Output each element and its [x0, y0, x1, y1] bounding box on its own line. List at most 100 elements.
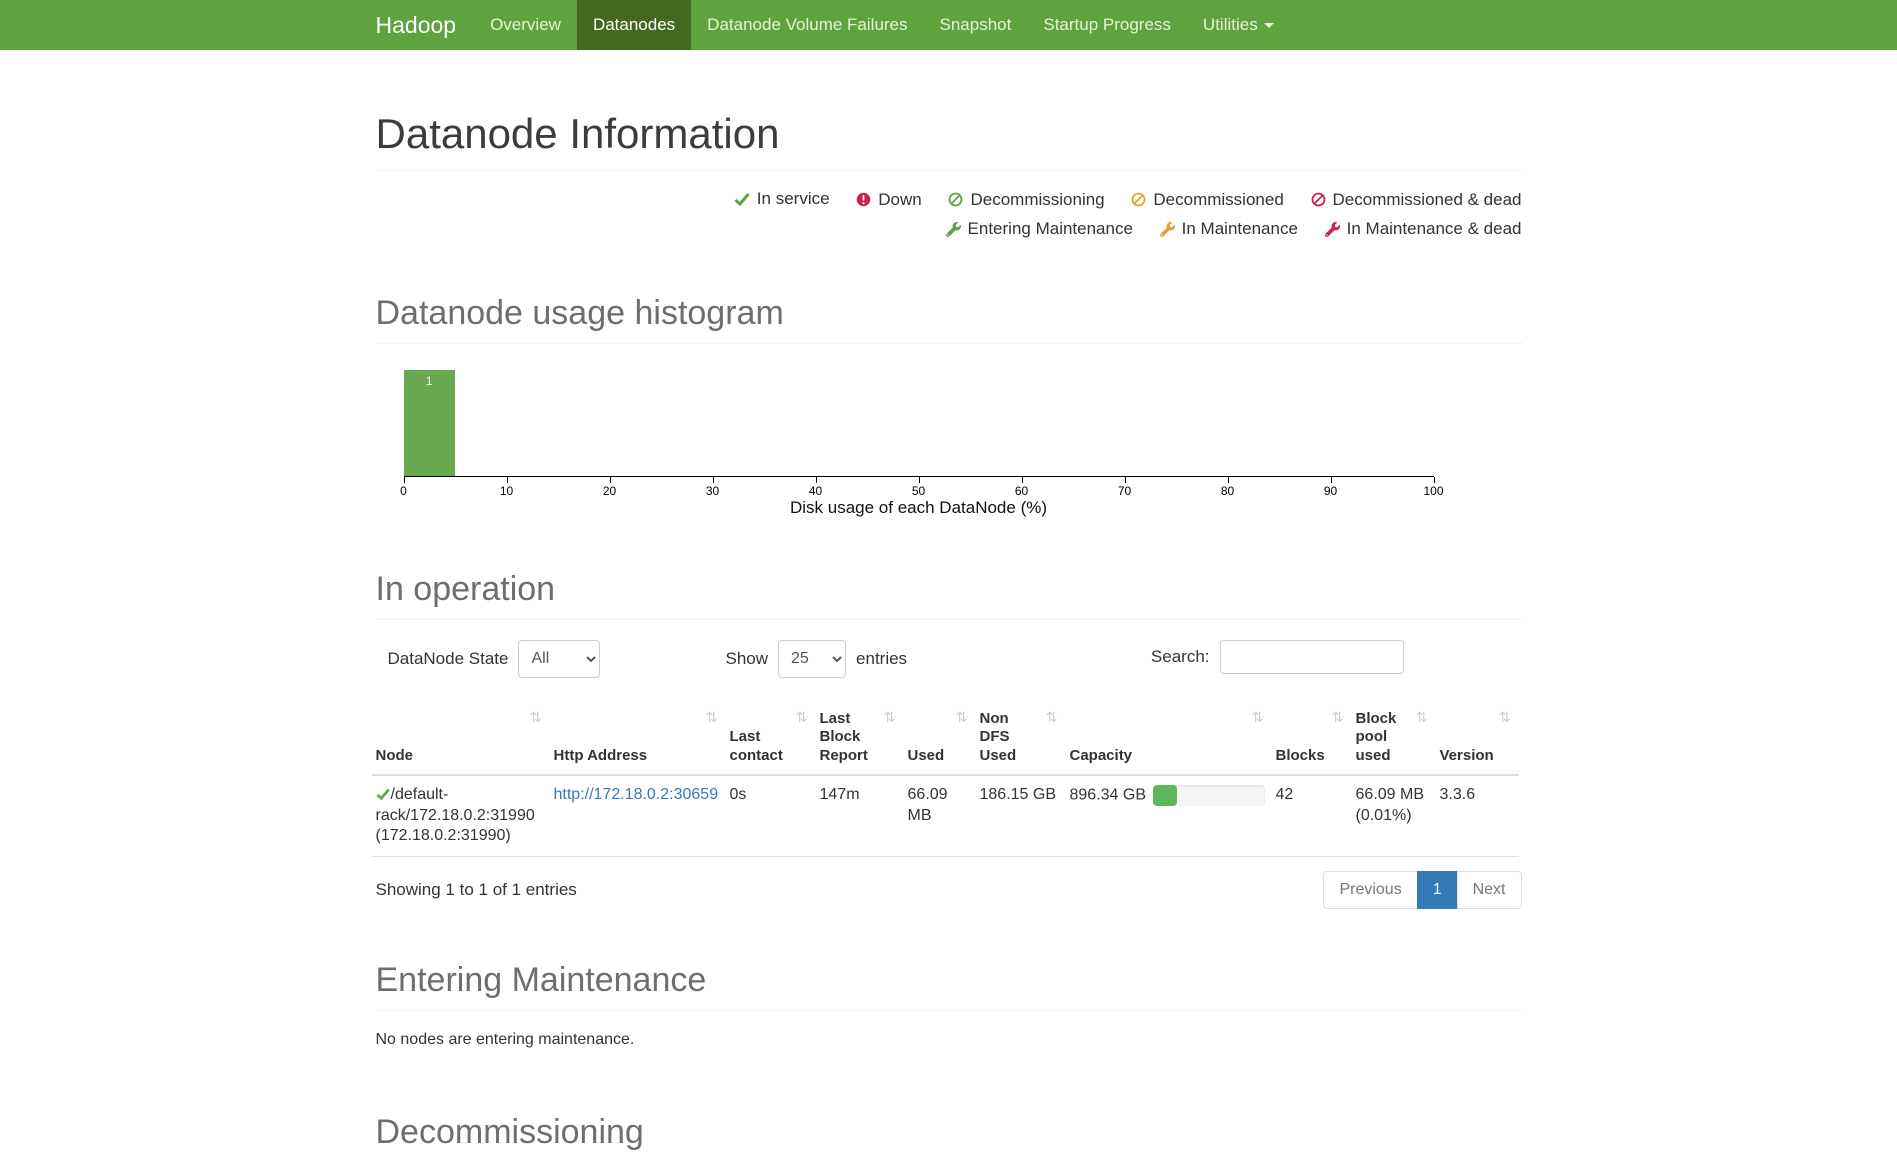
column-header-non-dfs-used[interactable]: ⇅Non DFS Used: [976, 702, 1066, 775]
datanodes-table: ⇅Node ⇅Http Address ⇅Last contact ⇅Last …: [372, 702, 1519, 858]
cell-version: 3.3.6: [1436, 775, 1519, 857]
column-header-label: Version: [1440, 747, 1494, 764]
column-header-http-address[interactable]: ⇅Http Address: [550, 702, 726, 775]
sort-icon: ⇅: [530, 710, 542, 728]
entries-label: entries: [856, 649, 907, 669]
nav-item-datanode-volume-failures[interactable]: Datanode Volume Failures: [691, 0, 923, 50]
nav-item-startup-progress[interactable]: Startup Progress: [1027, 0, 1187, 50]
search-input[interactable]: [1220, 640, 1404, 674]
datanode-state-label: DataNode State: [388, 649, 509, 669]
tick-label: 90: [1324, 484, 1337, 498]
cell-blocks: 42: [1272, 775, 1352, 857]
pagination-previous-button[interactable]: Previous: [1323, 871, 1417, 909]
tick-label: 40: [809, 484, 822, 498]
column-header-used[interactable]: ⇅Used: [904, 702, 976, 775]
tick-label: 80: [1221, 484, 1234, 498]
sort-icon: ⇅: [1332, 710, 1344, 728]
column-header-label: Last contact: [730, 728, 783, 764]
tick-label: 20: [603, 484, 616, 498]
legend-item: In service: [734, 189, 830, 209]
sort-icon: ⇅: [1416, 710, 1428, 728]
tick-label: 100: [1423, 484, 1443, 498]
pagination-next-button[interactable]: Next: [1457, 871, 1522, 909]
nav-item-utilities-label: Utilities: [1203, 15, 1258, 35]
block-pool-used-percent: (0.01%): [1356, 806, 1428, 827]
column-header-version[interactable]: ⇅ Version: [1436, 702, 1519, 775]
column-header-capacity[interactable]: ⇅Capacity: [1066, 702, 1272, 775]
page-length-select[interactable]: 25: [778, 640, 846, 678]
tick-label: 0: [400, 484, 407, 498]
cell-last-block-report: 147m: [816, 775, 904, 857]
histogram-plot-area: 1: [404, 370, 1434, 477]
navbar-items: Overview Datanodes Datanode Volume Failu…: [474, 0, 1290, 50]
legend-item: In Maintenance & dead: [1325, 219, 1522, 239]
chevron-down-icon: [1264, 23, 1274, 28]
column-header-last-block-report[interactable]: ⇅Last Block Report: [816, 702, 904, 775]
legend-label: In Maintenance & dead: [1347, 219, 1522, 239]
table-footer: Showing 1 to 1 of 1 entries Previous 1 N…: [376, 871, 1522, 909]
table-info: Showing 1 to 1 of 1 entries: [376, 880, 577, 900]
cell-node: /default-rack/172.18.0.2:31990 (172.18.0…: [372, 775, 550, 857]
datanode-usage-histogram: 1 0 10 20 30 40 50 60 70 80 90 100 Disk …: [404, 370, 1434, 518]
page-length-control: Show 25 entries: [726, 640, 908, 678]
legend-item: In Maintenance: [1160, 219, 1298, 239]
section-heading-entering-maintenance: Entering Maintenance: [376, 961, 1522, 1000]
sort-icon: ⇅: [1252, 710, 1264, 728]
tick-label: 50: [912, 484, 925, 498]
legend-row-2: Entering Maintenance In Maintenance In M…: [376, 219, 1522, 242]
ban-icon: [1131, 192, 1146, 207]
nav-item-snapshot[interactable]: Snapshot: [924, 0, 1028, 50]
column-header-node[interactable]: ⇅ Node: [372, 702, 550, 775]
pagination-page-1-button[interactable]: 1: [1417, 871, 1458, 909]
navbar-brand[interactable]: Hadoop: [376, 0, 475, 50]
check-icon: [376, 786, 391, 803]
legend-row-1: In service Down Decommissioning Decommis…: [376, 189, 1522, 212]
nav-item-datanodes[interactable]: Datanodes: [577, 0, 691, 50]
tick-label: 10: [500, 484, 513, 498]
nav-item-overview[interactable]: Overview: [474, 0, 577, 50]
legend-item: Down: [856, 190, 921, 210]
capacity-bar-fill: [1153, 785, 1177, 806]
column-header-label: Http Address: [554, 747, 648, 764]
legend-label: Decommissioning: [970, 190, 1104, 210]
sort-icon: ⇅: [884, 710, 896, 728]
table-row: /default-rack/172.18.0.2:31990 (172.18.0…: [372, 775, 1519, 857]
histogram-bar-value: 1: [404, 374, 456, 388]
divider: [376, 170, 1522, 171]
histogram-bar: 1: [404, 370, 456, 476]
divider: [376, 619, 1522, 620]
show-label: Show: [726, 649, 769, 669]
nav-item-utilities[interactable]: Utilities: [1187, 0, 1290, 50]
section-heading-histogram: Datanode usage histogram: [376, 294, 1522, 333]
pagination: Previous 1 Next: [1324, 871, 1521, 909]
tick-label: 70: [1118, 484, 1131, 498]
datanode-state-filter: DataNode State All: [388, 640, 601, 678]
legend-item: Decommissioning: [948, 190, 1104, 210]
block-pool-used-value: 66.09 MB: [1356, 785, 1428, 806]
legend-label: Decommissioned & dead: [1333, 190, 1522, 210]
entering-maintenance-empty-note: No nodes are entering maintenance.: [376, 1031, 1522, 1049]
section-heading-decommissioning: Decommissioning: [376, 1113, 1522, 1152]
column-header-label: Blocks: [1276, 747, 1325, 764]
column-header-blocks[interactable]: ⇅ Blocks: [1272, 702, 1352, 775]
table-controls: DataNode State All Show 25 entries Searc…: [376, 640, 1522, 684]
column-header-last-contact[interactable]: ⇅Last contact: [726, 702, 816, 775]
cell-used: 66.09 MB: [904, 775, 976, 857]
legend-label: Down: [878, 190, 921, 210]
divider: [376, 343, 1522, 344]
legend-item: Decommissioned: [1131, 190, 1283, 210]
column-header-block-pool-used[interactable]: ⇅Block pool used: [1352, 702, 1436, 775]
cell-capacity: 896.34 GB: [1066, 775, 1272, 857]
datanode-state-select[interactable]: All: [518, 640, 600, 678]
tick-label: 30: [706, 484, 719, 498]
cell-block-pool-used: 66.09 MB (0.01%): [1352, 775, 1436, 857]
sort-icon: ⇅: [1499, 710, 1511, 728]
column-header-label: Non DFS Used: [980, 710, 1031, 766]
search-label: Search:: [1151, 647, 1210, 667]
section-heading-in-operation: In operation: [376, 570, 1522, 609]
legend-label: In Maintenance: [1182, 219, 1298, 239]
histogram-x-axis: 0 10 20 30 40 50 60 70 80 90 100: [404, 477, 1434, 501]
table-header-row: ⇅Node ⇅Http Address ⇅Last contact ⇅Last …: [372, 702, 1519, 775]
column-header-label: Node: [376, 747, 414, 764]
http-address-link[interactable]: http://172.18.0.2:30659: [554, 786, 719, 803]
